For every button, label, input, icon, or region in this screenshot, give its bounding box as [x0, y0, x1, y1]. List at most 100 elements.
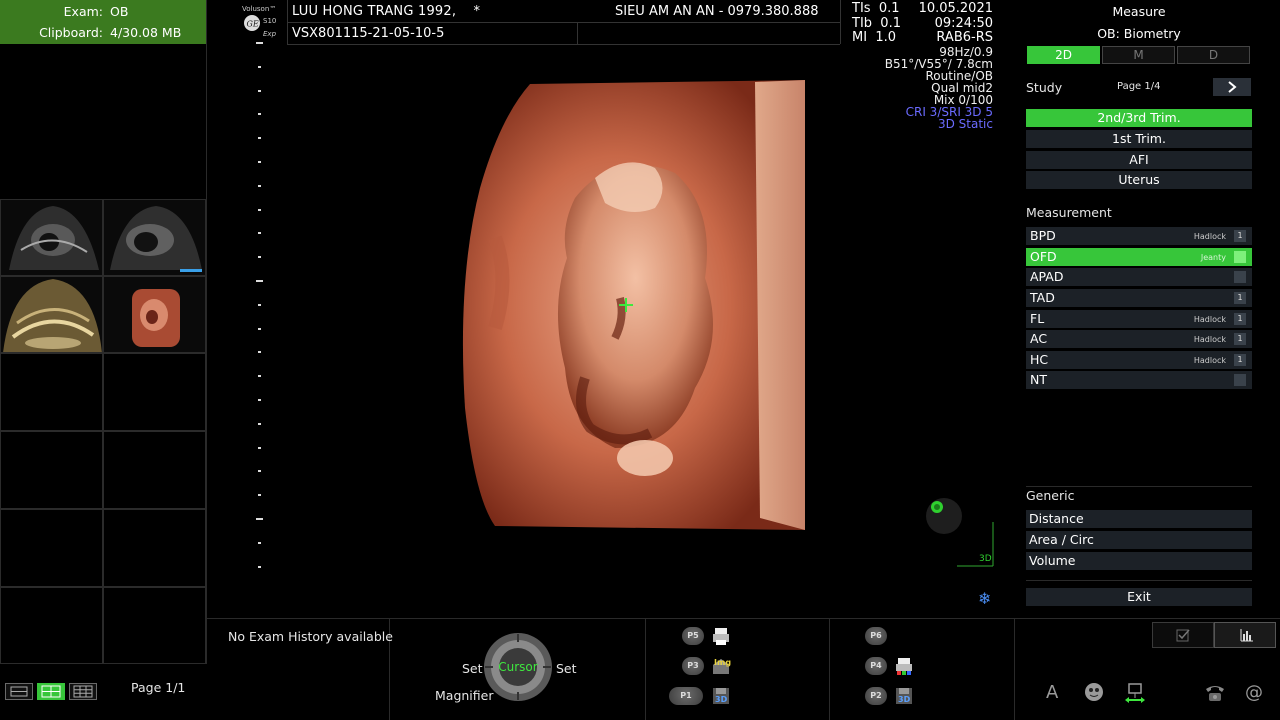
depth-tick — [258, 65, 261, 68]
exam-label: Exam: — [63, 4, 103, 19]
3d-icon-label: 3D — [898, 695, 911, 704]
tab-d[interactable]: D — [1177, 46, 1250, 64]
study-2nd-3rd-trim[interactable]: 2nd/3rd Trim. — [1026, 109, 1252, 127]
empty-clipboard-slot — [103, 587, 206, 664]
study-page-label: Page 1/4 — [1117, 81, 1161, 92]
next-page-button[interactable] — [1213, 78, 1251, 96]
body-mark-icon[interactable] — [1084, 682, 1104, 702]
chevron-right-icon — [1228, 81, 1237, 93]
depth-tick — [258, 446, 261, 449]
patient-name: LUU HONG TRANG 1992, * — [292, 4, 481, 19]
depth-tick — [258, 470, 261, 473]
clipboard-thumbnail[interactable] — [0, 199, 103, 276]
depth-tick — [258, 137, 261, 140]
worksheet-chart-button[interactable] — [1214, 622, 1276, 648]
svg-text:S10: S10 — [263, 17, 276, 25]
generic-distance[interactable]: Distance — [1026, 510, 1252, 528]
depth-tick — [258, 113, 261, 116]
image-store-icon: Img — [711, 656, 731, 676]
depth-scale — [256, 42, 266, 568]
depth-tick — [258, 541, 261, 544]
left-divider — [206, 0, 207, 664]
measurement-cursor-icon[interactable] — [619, 298, 633, 312]
clipboard-thumbnail[interactable] — [0, 276, 103, 353]
printer-icon — [711, 626, 731, 646]
header-divider — [287, 44, 840, 45]
generic-volume[interactable]: Volume — [1026, 552, 1252, 570]
measurement-ac[interactable]: AC Hadlock 1 — [1026, 330, 1252, 348]
measurement-nt[interactable]: NT — [1026, 371, 1252, 389]
depth-tick — [256, 280, 263, 282]
tab-2d[interactable]: 2D — [1027, 46, 1100, 64]
clipboard-thumbnail[interactable] — [103, 199, 206, 276]
color-printer-icon — [894, 656, 914, 676]
measurement-tad[interactable]: TAD 1 — [1026, 289, 1252, 307]
p6-button[interactable]: P6 — [865, 627, 887, 645]
save-3d-icon: 3D — [894, 686, 914, 706]
layout-quad-button[interactable] — [37, 683, 65, 700]
header-divider — [287, 0, 288, 44]
exam-value: OB — [110, 4, 129, 19]
email-icon[interactable]: @ — [1245, 682, 1263, 703]
date-time: 10.05.2021 09:24:50 RAB6-RS — [904, 1, 993, 46]
cursor-knob[interactable]: Cursor — [483, 632, 553, 702]
bottom-divider — [645, 618, 646, 720]
3d-orientation-icon: 3D — [955, 520, 995, 568]
p5-button[interactable]: P5 — [682, 627, 704, 645]
report-check-button[interactable] — [1152, 622, 1214, 648]
network-icon[interactable] — [1123, 682, 1147, 706]
set-right-label[interactable]: Set — [556, 661, 577, 676]
time: 09:24:50 — [934, 15, 993, 31]
depth-tick — [258, 208, 261, 211]
text-annotation-icon[interactable]: A — [1046, 682, 1058, 703]
set-left-label[interactable]: Set — [462, 661, 483, 676]
clipboard-thumbnail[interactable] — [103, 276, 206, 353]
depth-tick — [258, 161, 261, 163]
exit-button[interactable]: Exit — [1026, 588, 1252, 606]
measurement-hc[interactable]: HC Hadlock 1 — [1026, 351, 1252, 369]
depth-tick — [258, 303, 261, 306]
cursor-knob-label: Cursor — [498, 660, 538, 674]
header-divider — [577, 22, 578, 44]
p1-button[interactable]: P1 — [669, 687, 703, 705]
bottom-divider — [207, 618, 1280, 619]
service-phone-icon[interactable] — [1204, 683, 1226, 703]
layout-grid-button[interactable] — [69, 683, 97, 700]
clipboard-label: Clipboard: — [39, 25, 103, 40]
study-afi[interactable]: AFI — [1026, 151, 1252, 169]
p2-button[interactable]: P2 — [865, 687, 887, 705]
measurement-bpd[interactable]: BPD Hadlock 1 — [1026, 227, 1252, 245]
layout-single-button[interactable] — [5, 683, 33, 700]
divider — [1026, 580, 1252, 581]
measurement-apad[interactable]: APAD — [1026, 268, 1252, 286]
clipboard-value: 4/30.08 MB — [110, 25, 182, 40]
p3-button[interactable]: P3 — [682, 657, 704, 675]
save-3d-icon: 3D — [711, 686, 731, 706]
study-1st-trim[interactable]: 1st Trim. — [1026, 130, 1252, 148]
measurement-ofd[interactable]: OFD Jeanty — [1026, 248, 1252, 266]
header-divider — [840, 0, 841, 44]
empty-clipboard-slot — [0, 353, 103, 431]
exam-history-text: No Exam History available — [228, 629, 393, 644]
depth-tick — [258, 422, 261, 425]
safety-indices: TIs 0.1 TIb 0.1 MI 1.0 — [852, 1, 901, 45]
generic-area-circ[interactable]: Area / Circ — [1026, 531, 1252, 549]
bottom-divider — [829, 618, 830, 720]
depth-tick — [258, 232, 261, 235]
measurement-fl[interactable]: FL Hadlock 1 — [1026, 310, 1252, 328]
3d-axis-label: 3D — [979, 554, 992, 564]
acquisition-parameters: 98Hz/0.9 B51°/V55°/ 7.8cm Routine/OB Qua… — [884, 45, 993, 131]
freeze-icon[interactable]: ❄ — [978, 589, 991, 608]
tab-m[interactable]: M — [1102, 46, 1175, 64]
empty-clipboard-slot — [103, 353, 206, 431]
depth-tick — [256, 42, 263, 44]
date: 10.05.2021 — [918, 1, 993, 16]
3d-icon-label: 3D — [715, 695, 728, 704]
study-uterus[interactable]: Uterus — [1026, 171, 1252, 189]
p4-button[interactable]: P4 — [865, 657, 887, 675]
depth-tick — [258, 399, 261, 401]
divider — [1026, 486, 1252, 487]
svg-text:GE: GE — [247, 20, 259, 29]
depth-tick — [258, 184, 261, 187]
empty-clipboard-slot — [0, 587, 103, 664]
